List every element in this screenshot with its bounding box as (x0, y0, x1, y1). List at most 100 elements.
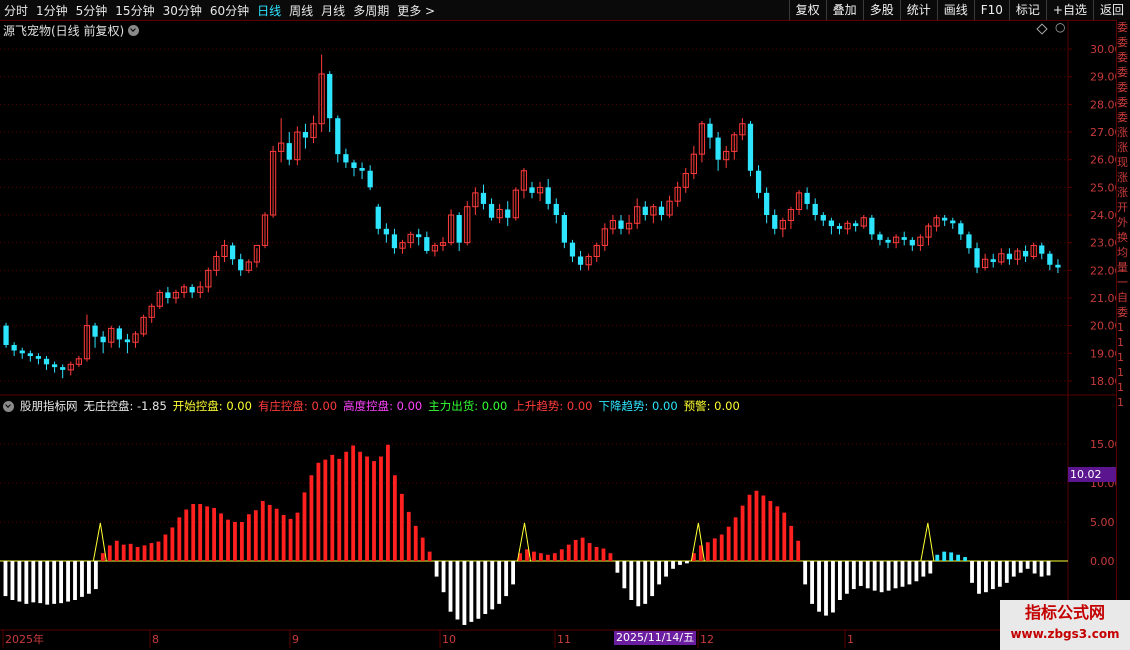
period-tabs: 分时 1分钟 5分钟 15分钟 30分钟 60分钟 日线 周线 月线 多周期 更多 > (0, 2, 439, 19)
toolbar-button-1[interactable]: 叠加 (825, 0, 863, 20)
toolbar-button-7[interactable]: +自选 (1045, 0, 1093, 20)
candle-body (772, 215, 778, 229)
right-panel-label: 现 (1117, 156, 1128, 169)
tab-1[interactable]: 1分钟 (32, 2, 72, 19)
x-axis-label: 11 (557, 633, 571, 646)
candle-body (553, 203, 559, 215)
right-panel-label: 委 (1117, 306, 1128, 319)
candle-body (901, 237, 907, 240)
candle-body (116, 328, 122, 340)
candle-body (229, 245, 236, 260)
candle-body (958, 223, 964, 235)
price-tick-label: 24.00 (1090, 209, 1116, 222)
toolbar-button-4[interactable]: 画线 (936, 0, 974, 20)
chart-area[interactable]: 30.00 29.00 28.00 27.00 26.00 25.00 24.00 23.00… (0, 20, 1116, 650)
price-tick-label: 25.00 (1090, 181, 1116, 194)
tab-5[interactable]: 60分钟 (206, 2, 253, 19)
candle-body (488, 203, 495, 218)
candle-body (343, 154, 349, 163)
tab-6[interactable]: 日线 (253, 2, 285, 19)
indicator-tick-label: 15.00 (1090, 438, 1116, 451)
indicator-item-7: 预警: 0.00 (683, 399, 740, 413)
candle-body (1039, 245, 1045, 254)
tab-2[interactable]: 5分钟 (72, 2, 112, 19)
price-tick-label: 21.00 (1090, 292, 1116, 305)
candle-body (60, 367, 66, 370)
price-tick-label: 22.00 (1090, 264, 1116, 277)
candle-body (286, 143, 292, 160)
candle-body (424, 237, 430, 251)
right-panel-label: 涨 (1117, 171, 1128, 184)
candle-body (747, 123, 754, 171)
candle-body (335, 118, 341, 155)
candle-body (11, 344, 17, 351)
tab-3[interactable]: 15分钟 (111, 2, 158, 19)
right-panel-label: 涨 (1117, 186, 1128, 199)
candle-body (804, 192, 810, 204)
candle-body (812, 203, 818, 215)
candle-body (238, 259, 244, 271)
candle-body (561, 215, 567, 243)
toolbar-button-5[interactable]: F10 (973, 0, 1009, 20)
candle-body (27, 353, 33, 357)
candle-body (853, 223, 859, 227)
right-panel-label: 委 (1117, 21, 1128, 34)
candle-body (351, 162, 357, 168)
toolbar-buttons: 复权 叠加 多股 统计 画线 F10 标记 +自选 返回 (788, 0, 1130, 20)
toolbar-button-8[interactable]: 返回 (1092, 0, 1130, 20)
tab-8[interactable]: 月线 (317, 2, 349, 19)
candle-body (707, 123, 713, 138)
price-tick-label: 23.00 (1090, 237, 1116, 250)
right-panel-label: 1 (1117, 366, 1124, 379)
candle-body (302, 132, 309, 138)
candle-body (1006, 253, 1013, 260)
candle-body (505, 209, 511, 218)
candle-body (764, 192, 770, 215)
current-value-tag: 10.02 (1068, 467, 1116, 482)
toolbar-button-6[interactable]: 标记 (1008, 0, 1046, 20)
price-tick-label: 28.00 (1090, 98, 1116, 111)
price-tick-label: 29.00 (1090, 71, 1116, 84)
toolbar-button-2[interactable]: 多股 (862, 0, 900, 20)
x-axis-label: 10 (442, 633, 456, 646)
indicator-item-1: 开始控盘: 0.00 (172, 399, 252, 413)
candle-body (569, 242, 576, 257)
tab-7[interactable]: 周线 (285, 2, 317, 19)
candle-body (545, 187, 551, 204)
candle-body (820, 215, 826, 221)
tab-9[interactable]: 多周期 (349, 2, 393, 19)
candle-body (416, 234, 422, 238)
candle-body (391, 234, 398, 249)
candle-body (19, 350, 25, 354)
chevron-down-icon[interactable] (3, 400, 14, 412)
candle-body (828, 220, 835, 227)
tab-0[interactable]: 分时 (0, 2, 32, 19)
tab-4[interactable]: 30分钟 (159, 2, 206, 19)
indicator-item-6: 下降趋势: 0.00 (598, 399, 678, 413)
candle-body (642, 206, 648, 215)
right-panel-label: 委 (1117, 36, 1128, 49)
candle-body (51, 364, 58, 368)
candle-body (367, 170, 373, 188)
tab-10[interactable]: 更多 > (393, 2, 439, 19)
toolbar-button-0[interactable]: 复权 (788, 0, 826, 20)
price-tick-label: 19.00 (1090, 347, 1116, 360)
right-info-panel: 委委委委委委委涨涨现涨涨开外换均量一自委111111 (1116, 20, 1130, 650)
price-tick-label: 27.00 (1090, 126, 1116, 139)
indicator-item-2: 有庄控盘: 0.00 (257, 399, 338, 413)
right-panel-label: 外 (1117, 216, 1128, 229)
price-tick-label: 30.00 (1090, 43, 1116, 56)
indicator-tick-label: 0.00 (1090, 555, 1115, 568)
candle-body (950, 220, 956, 224)
right-panel-label: 换 (1117, 231, 1128, 244)
candle-body (909, 239, 915, 246)
candle-body (529, 187, 535, 193)
indicator-legend: 股朋指标网 无庄控盘: -1.85 开始控盘: 0.00 有庄控盘: 0.00 高度控… (3, 398, 740, 414)
candle-body (124, 339, 131, 343)
toolbar-button-3[interactable]: 统计 (899, 0, 937, 20)
candle-body (327, 73, 333, 119)
right-panel-label: 一 (1117, 276, 1128, 289)
candle-body (990, 259, 996, 263)
indicator-item-3: 高度控盘: 0.00 (343, 399, 423, 413)
price-tick-label: 20.00 (1090, 320, 1116, 333)
